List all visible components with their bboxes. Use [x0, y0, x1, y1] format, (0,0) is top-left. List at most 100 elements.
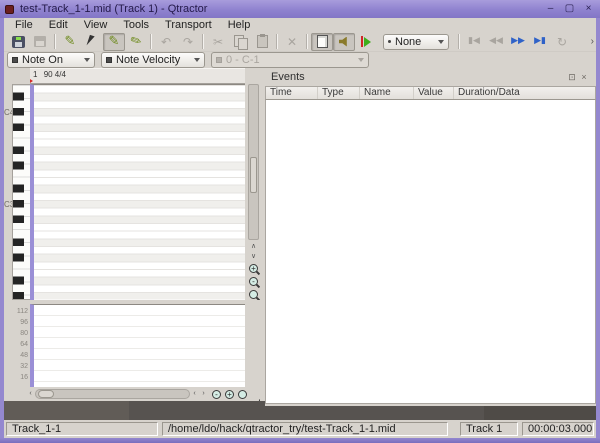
edit-tool-button[interactable]: ✎: [59, 33, 81, 51]
value-type-select[interactable]: Note Velocity: [101, 52, 205, 68]
pencil-tool-button[interactable]: ✎: [103, 33, 125, 51]
paste-button[interactable]: [251, 33, 273, 51]
undo-button[interactable]: ↶: [155, 33, 177, 51]
save-as-button[interactable]: [29, 33, 51, 51]
scroll-right-step-button[interactable]: ›: [199, 389, 208, 399]
events-panel: Events ⊡ × Time Type Name Value Duration…: [265, 68, 596, 406]
horizontal-zoom-out-button[interactable]: -: [212, 390, 221, 399]
status-track-name: Track 1: [460, 422, 518, 436]
horizontal-zoom-reset-button[interactable]: [238, 390, 247, 399]
redo-button[interactable]: ↷: [177, 33, 199, 51]
horizontal-scrollbar[interactable]: [35, 389, 190, 399]
undo-icon: ↶: [161, 36, 171, 48]
note-preview-toggle[interactable]: [333, 33, 355, 51]
cut-button[interactable]: ✂: [207, 33, 229, 51]
copy-icon: [234, 35, 247, 48]
separator: [150, 34, 152, 49]
vertical-scrollbar[interactable]: [248, 84, 259, 240]
velocity-scale: 112 96 80 64 48 32 16: [4, 304, 30, 387]
column-type[interactable]: Type: [318, 87, 360, 99]
column-name[interactable]: Name: [360, 87, 414, 99]
copy-button[interactable]: [229, 33, 251, 51]
events-pane-toggle[interactable]: [311, 33, 333, 51]
status-time: 00:00:03.000: [522, 422, 594, 436]
event-type-icon: [12, 57, 18, 63]
minimize-button[interactable]: –: [544, 3, 557, 15]
events-panel-titlebar[interactable]: Events ⊡ ×: [265, 68, 596, 86]
velocity-tick: 64: [20, 341, 28, 348]
titlebar[interactable]: test-Track_1-1.mid (Track 1) - Qtractor …: [0, 0, 600, 18]
status-file-path: /home/ldo/hack/qtractor_try/test-Track_1…: [162, 422, 448, 436]
horizontal-zoom-in-button[interactable]: +: [225, 390, 234, 399]
events-list[interactable]: [265, 100, 596, 404]
menu-file[interactable]: File: [8, 18, 40, 32]
menu-view[interactable]: View: [77, 18, 115, 32]
dock-float-icon[interactable]: ⊡: [566, 71, 578, 83]
vertical-scroll-column: ∧ ∨ + -: [247, 84, 260, 300]
scroll-left-step-button[interactable]: ‹: [190, 389, 199, 399]
menu-help[interactable]: Help: [221, 18, 258, 32]
vertical-zoom-in-button[interactable]: +: [249, 264, 258, 273]
transport-loop-button[interactable]: ↻: [551, 33, 573, 51]
qtractor-midi-editor-window: test-Track_1-1.mid (Track 1) - Qtractor …: [0, 0, 600, 443]
toolbar-overflow-button[interactable]: ›: [591, 36, 594, 47]
pointer-tool-button[interactable]: [81, 33, 103, 51]
snap-icon: [388, 40, 391, 43]
skip-start-icon: ▮◀: [468, 37, 480, 46]
transport-fast-forward-button[interactable]: ▶▶: [507, 33, 529, 51]
save-button[interactable]: [7, 33, 29, 51]
velocity-tick: 112: [17, 308, 28, 315]
statusbar: Track_1-1 /home/ldo/hack/qtractor_try/te…: [4, 420, 596, 438]
vertical-zoom-out-button[interactable]: -: [249, 277, 258, 286]
window-border-bottom: [0, 438, 600, 443]
separator: [458, 34, 460, 49]
pencil-icon: ✎: [109, 35, 120, 48]
column-value[interactable]: Value: [414, 87, 454, 99]
column-time[interactable]: Time: [266, 87, 318, 99]
close-button[interactable]: ×: [582, 3, 595, 15]
menu-transport[interactable]: Transport: [158, 18, 219, 32]
event-type-select[interactable]: Note On: [7, 52, 95, 68]
follow-playhead-toggle[interactable]: [355, 33, 377, 51]
velocity-tick: 32: [20, 363, 28, 370]
loop-icon: ↻: [557, 36, 567, 48]
tempo-signature: 90 4/4: [44, 70, 66, 79]
scroll-left-button[interactable]: ‹: [26, 389, 35, 399]
horizontal-scrollbar-thumb[interactable]: [38, 390, 54, 398]
save-icon: [12, 36, 25, 48]
velocity-pane[interactable]: [30, 304, 245, 387]
chevron-down-icon: [84, 58, 90, 62]
separator: [202, 34, 204, 49]
transport-backward-button[interactable]: ▮◀: [463, 33, 485, 51]
vertical-zoom-reset-button[interactable]: [249, 290, 258, 299]
time-ruler[interactable]: 1 90 4/4: [30, 68, 245, 84]
draw-tool-button[interactable]: ✎: [125, 33, 147, 51]
velocity-tick: 16: [20, 374, 28, 381]
floppy-icon: [34, 36, 46, 47]
fast-forward-icon: ▶▶: [511, 37, 525, 46]
redo-icon: ↷: [183, 36, 193, 48]
playhead-marker: [30, 79, 33, 83]
window-border-right: [596, 18, 600, 438]
scroll-up-button[interactable]: ∧: [248, 242, 259, 251]
scroll-down-button[interactable]: ∨: [248, 252, 259, 261]
column-duration-data[interactable]: Duration/Data: [454, 87, 595, 99]
delete-button[interactable]: ✕: [281, 33, 303, 51]
piano-keyboard[interactable]: [12, 84, 30, 300]
menu-edit[interactable]: Edit: [42, 18, 75, 32]
piano-roll-view[interactable]: [30, 84, 245, 300]
velocity-tick: 80: [20, 330, 28, 337]
transport-forward-button[interactable]: ▶▮: [529, 33, 551, 51]
note-range-icon: [216, 57, 222, 63]
events-table-header[interactable]: Time Type Name Value Duration/Data: [265, 86, 596, 100]
skip-end-icon: ▶▮: [534, 37, 546, 46]
dock-close-icon[interactable]: ×: [578, 71, 590, 83]
note-range-value: 0 - C-1: [226, 54, 260, 66]
snap-select[interactable]: None: [383, 34, 449, 50]
transport-rewind-button[interactable]: ◀◀: [485, 33, 507, 51]
delete-icon: ✕: [287, 36, 297, 48]
menu-tools[interactable]: Tools: [116, 18, 156, 32]
vertical-scrollbar-thumb[interactable]: [250, 157, 257, 193]
follow-playhead-icon: [361, 36, 371, 47]
maximize-button[interactable]: ▢: [563, 3, 576, 15]
